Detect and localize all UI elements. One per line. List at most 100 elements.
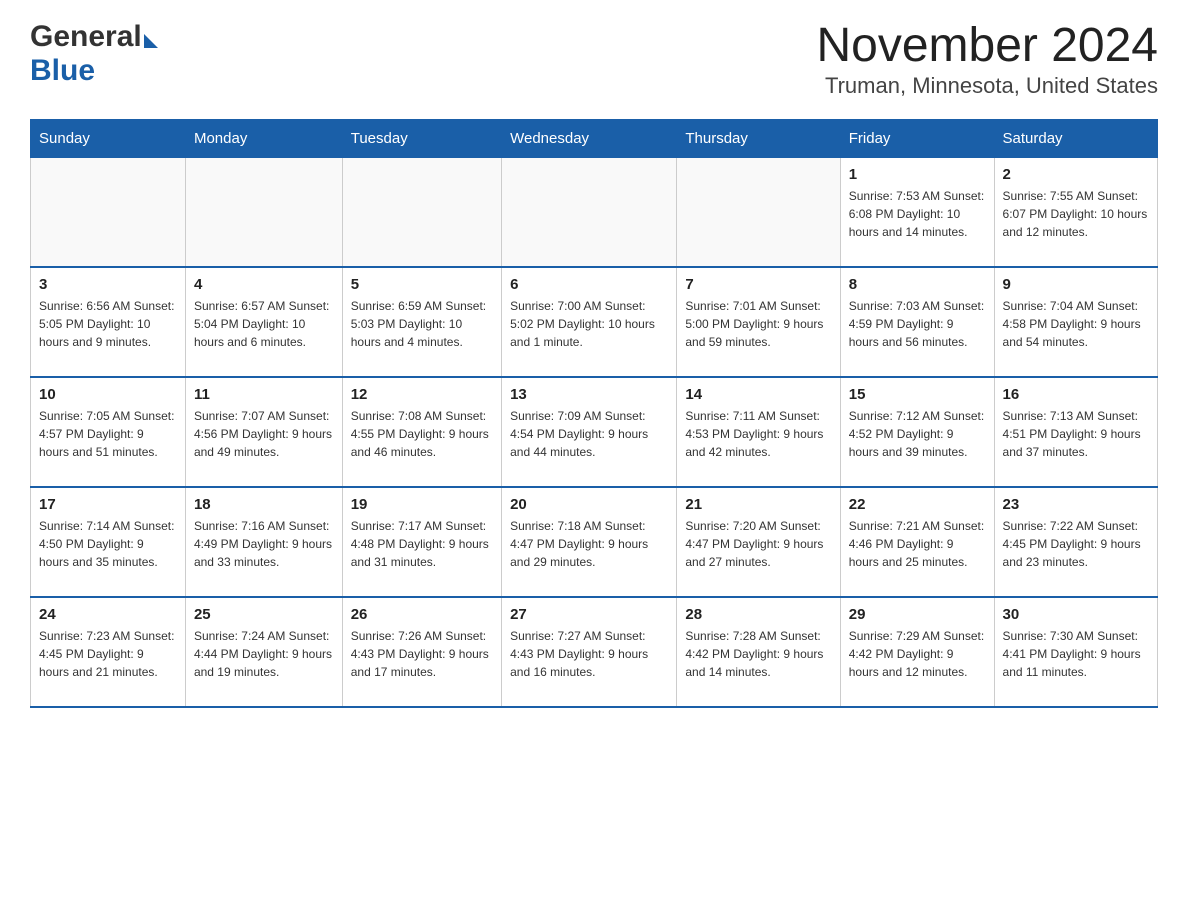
day-number: 29 — [849, 606, 986, 623]
calendar-cell: 17Sunrise: 7:14 AM Sunset: 4:50 PM Dayli… — [31, 487, 186, 597]
day-info: Sunrise: 7:21 AM Sunset: 4:46 PM Dayligh… — [849, 517, 986, 571]
day-info: Sunrise: 7:01 AM Sunset: 5:00 PM Dayligh… — [685, 297, 831, 351]
day-number: 19 — [351, 496, 493, 513]
header-row: SundayMondayTuesdayWednesdayThursdayFrid… — [31, 119, 1158, 157]
day-number: 13 — [510, 386, 668, 403]
day-info: Sunrise: 6:56 AM Sunset: 5:05 PM Dayligh… — [39, 297, 177, 351]
day-number: 26 — [351, 606, 493, 623]
day-info: Sunrise: 7:00 AM Sunset: 5:02 PM Dayligh… — [510, 297, 668, 351]
day-number: 27 — [510, 606, 668, 623]
calendar-cell: 1 Sunrise: 7:53 AM Sunset: 6:08 PM Daylig… — [840, 157, 994, 267]
day-info: Sunrise: 7:28 AM Sunset: 4:42 PM Dayligh… — [685, 627, 831, 681]
calendar-cell: 28 Sunrise: 7:28 AM Sunset: 4:42 PM Dayli… — [677, 597, 840, 707]
calendar-cell: 10 Sunrise: 7:05 AM Sunset: 4:57 PM Dayli… — [31, 377, 186, 487]
day-info: Sunrise: 7:07 AM Sunset: 4:56 PM Dayligh… — [194, 407, 334, 461]
day-number: 30 — [1003, 606, 1149, 623]
day-number: 16 — [1003, 386, 1149, 403]
calendar-cell: 8Sunrise: 7:03 AM Sunset: 4:59 PM Daylig… — [840, 267, 994, 377]
day-info: Sunrise: 7:24 AM Sunset: 4:44 PM Dayligh… — [194, 627, 334, 681]
day-info: Sunrise: 6:59 AM Sunset: 5:03 PM Dayligh… — [351, 297, 493, 351]
calendar-cell: 26 Sunrise: 7:26 AM Sunset: 4:43 PM Dayli… — [342, 597, 501, 707]
day-number: 5 — [351, 276, 493, 293]
calendar-cell: 23Sunrise: 7:22 AM Sunset: 4:45 PM Dayli… — [994, 487, 1157, 597]
calendar-cell — [31, 157, 186, 267]
day-info: Sunrise: 7:18 AM Sunset: 4:47 PM Dayligh… — [510, 517, 668, 571]
calendar-header: SundayMondayTuesdayWednesdayThursdayFrid… — [31, 119, 1158, 157]
day-info: Sunrise: 6:57 AM Sunset: 5:04 PM Dayligh… — [194, 297, 334, 351]
day-number: 6 — [510, 276, 668, 293]
calendar-cell: 16Sunrise: 7:13 AM Sunset: 4:51 PM Dayli… — [994, 377, 1157, 487]
weekday-header: Sunday — [31, 119, 186, 157]
day-info: Sunrise: 7:04 AM Sunset: 4:58 PM Dayligh… — [1003, 297, 1149, 351]
day-info: Sunrise: 7:55 AM Sunset: 6:07 PM Dayligh… — [1003, 187, 1149, 241]
day-number: 28 — [685, 606, 831, 623]
calendar-cell: 6 Sunrise: 7:00 AM Sunset: 5:02 PM Daylig… — [502, 267, 677, 377]
logo-blue-text: Blue — [30, 54, 95, 88]
day-info: Sunrise: 7:09 AM Sunset: 4:54 PM Dayligh… — [510, 407, 668, 461]
calendar-cell: 30 Sunrise: 7:30 AM Sunset: 4:41 PM Dayli… — [994, 597, 1157, 707]
day-info: Sunrise: 7:22 AM Sunset: 4:45 PM Dayligh… — [1003, 517, 1149, 571]
calendar-cell: 22Sunrise: 7:21 AM Sunset: 4:46 PM Dayli… — [840, 487, 994, 597]
day-info: Sunrise: 7:16 AM Sunset: 4:49 PM Dayligh… — [194, 517, 334, 571]
calendar-cell: 5 Sunrise: 6:59 AM Sunset: 5:03 PM Daylig… — [342, 267, 501, 377]
day-info: Sunrise: 7:27 AM Sunset: 4:43 PM Dayligh… — [510, 627, 668, 681]
day-number: 4 — [194, 276, 334, 293]
day-info: Sunrise: 7:26 AM Sunset: 4:43 PM Dayligh… — [351, 627, 493, 681]
day-info: Sunrise: 7:12 AM Sunset: 4:52 PM Dayligh… — [849, 407, 986, 461]
calendar-week-row: 1 Sunrise: 7:53 AM Sunset: 6:08 PM Daylig… — [31, 157, 1158, 267]
weekday-header: Friday — [840, 119, 994, 157]
day-number: 14 — [685, 386, 831, 403]
calendar-cell: 14 Sunrise: 7:11 AM Sunset: 4:53 PM Dayli… — [677, 377, 840, 487]
calendar-cell: 20 Sunrise: 7:18 AM Sunset: 4:47 PM Dayli… — [502, 487, 677, 597]
day-number: 15 — [849, 386, 986, 403]
day-number: 10 — [39, 386, 177, 403]
calendar-week-row: 3 Sunrise: 6:56 AM Sunset: 5:05 PM Daylig… — [31, 267, 1158, 377]
day-number: 3 — [39, 276, 177, 293]
calendar-cell: 21Sunrise: 7:20 AM Sunset: 4:47 PM Dayli… — [677, 487, 840, 597]
day-info: Sunrise: 7:17 AM Sunset: 4:48 PM Dayligh… — [351, 517, 493, 571]
calendar-body: 1 Sunrise: 7:53 AM Sunset: 6:08 PM Daylig… — [31, 157, 1158, 707]
day-info: Sunrise: 7:14 AM Sunset: 4:50 PM Dayligh… — [39, 517, 177, 571]
title-block: November 2024 Truman, Minnesota, United … — [816, 20, 1158, 99]
logo-arrow-icon — [144, 34, 158, 48]
calendar-cell: 2 Sunrise: 7:55 AM Sunset: 6:07 PM Daylig… — [994, 157, 1157, 267]
calendar-cell: 9 Sunrise: 7:04 AM Sunset: 4:58 PM Daylig… — [994, 267, 1157, 377]
calendar-cell: 3 Sunrise: 6:56 AM Sunset: 5:05 PM Daylig… — [31, 267, 186, 377]
day-info: Sunrise: 7:23 AM Sunset: 4:45 PM Dayligh… — [39, 627, 177, 681]
weekday-header: Wednesday — [502, 119, 677, 157]
weekday-header: Monday — [185, 119, 342, 157]
day-info: Sunrise: 7:53 AM Sunset: 6:08 PM Dayligh… — [849, 187, 986, 241]
day-info: Sunrise: 7:03 AM Sunset: 4:59 PM Dayligh… — [849, 297, 986, 351]
weekday-header: Saturday — [994, 119, 1157, 157]
day-number: 12 — [351, 386, 493, 403]
calendar-cell: 25 Sunrise: 7:24 AM Sunset: 4:44 PM Dayli… — [185, 597, 342, 707]
day-number: 2 — [1003, 166, 1149, 183]
day-info: Sunrise: 7:11 AM Sunset: 4:53 PM Dayligh… — [685, 407, 831, 461]
day-number: 20 — [510, 496, 668, 513]
day-number: 1 — [849, 166, 986, 183]
page-title: November 2024 — [816, 20, 1158, 73]
calendar-cell — [502, 157, 677, 267]
day-info: Sunrise: 7:08 AM Sunset: 4:55 PM Dayligh… — [351, 407, 493, 461]
calendar-cell — [342, 157, 501, 267]
calendar-cell — [677, 157, 840, 267]
day-number: 9 — [1003, 276, 1149, 293]
page-header: General Blue November 2024 Truman, Minne… — [30, 20, 1158, 99]
calendar-cell: 18 Sunrise: 7:16 AM Sunset: 4:49 PM Dayli… — [185, 487, 342, 597]
day-number: 21 — [685, 496, 831, 513]
calendar-cell: 11 Sunrise: 7:07 AM Sunset: 4:56 PM Dayli… — [185, 377, 342, 487]
page-subtitle: Truman, Minnesota, United States — [816, 73, 1158, 99]
day-number: 25 — [194, 606, 334, 623]
calendar-cell: 4 Sunrise: 6:57 AM Sunset: 5:04 PM Daylig… — [185, 267, 342, 377]
calendar-cell — [185, 157, 342, 267]
weekday-header: Thursday — [677, 119, 840, 157]
day-number: 18 — [194, 496, 334, 513]
day-number: 11 — [194, 386, 334, 403]
calendar-cell: 12 Sunrise: 7:08 AM Sunset: 4:55 PM Dayli… — [342, 377, 501, 487]
calendar-week-row: 17Sunrise: 7:14 AM Sunset: 4:50 PM Dayli… — [31, 487, 1158, 597]
day-info: Sunrise: 7:05 AM Sunset: 4:57 PM Dayligh… — [39, 407, 177, 461]
calendar-week-row: 10 Sunrise: 7:05 AM Sunset: 4:57 PM Dayli… — [31, 377, 1158, 487]
day-info: Sunrise: 7:30 AM Sunset: 4:41 PM Dayligh… — [1003, 627, 1149, 681]
calendar-week-row: 24Sunrise: 7:23 AM Sunset: 4:45 PM Dayli… — [31, 597, 1158, 707]
day-number: 7 — [685, 276, 831, 293]
